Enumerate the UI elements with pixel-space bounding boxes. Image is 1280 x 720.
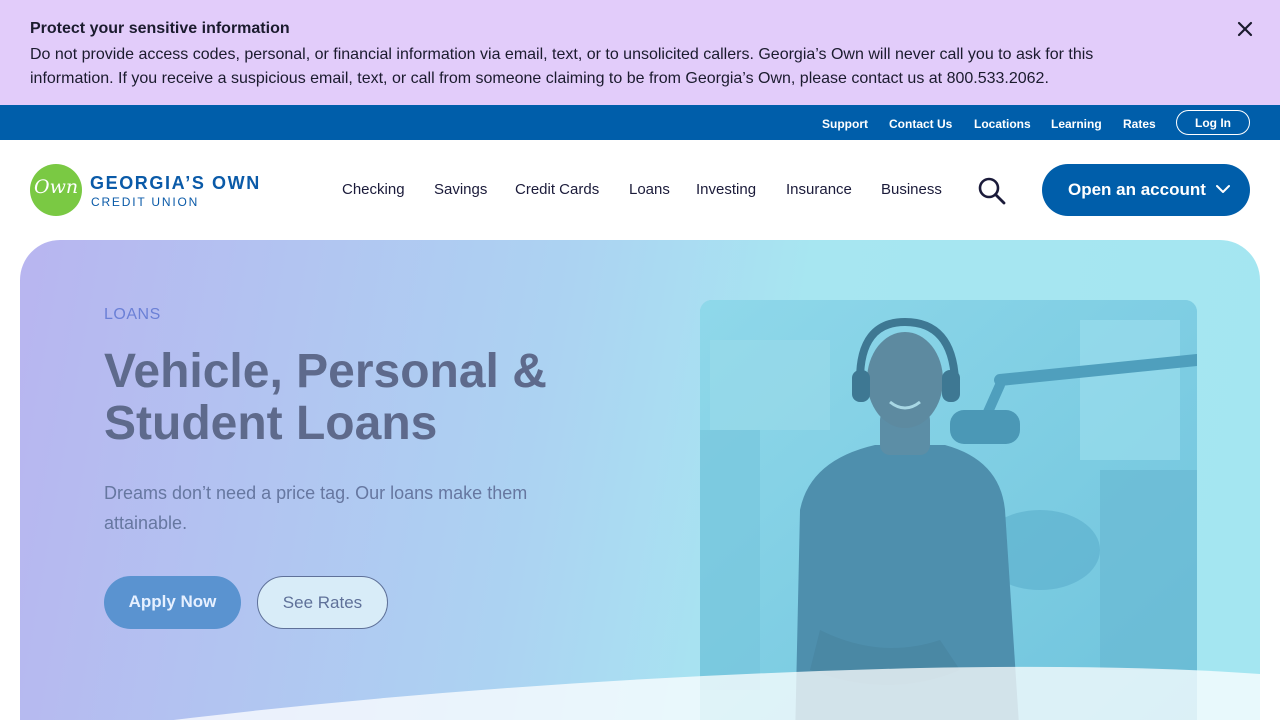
main-header: Own GEORGIA’S OWN CREDIT UNION Checking …	[0, 140, 1280, 240]
logo-subtitle: CREDIT UNION	[91, 195, 200, 209]
utility-link-contact-us[interactable]: Contact Us	[889, 117, 952, 131]
logo-mark-text: Own	[34, 176, 79, 198]
nav-item-savings[interactable]: Savings	[434, 181, 487, 198]
logo[interactable]: Own GEORGIA’S OWN CREDIT UNION	[30, 164, 275, 218]
apply-now-button[interactable]: Apply Now	[104, 576, 241, 629]
open-account-button[interactable]: Open an account	[1042, 164, 1250, 216]
hero-subtitle: Dreams don’t need a price tag. Our loans…	[104, 483, 528, 533]
hero-eyebrow: LOANS	[104, 306, 161, 323]
close-icon[interactable]	[1234, 18, 1256, 40]
security-alert-banner: Protect your sensitive information Do no…	[0, 0, 1280, 105]
nav-item-credit-cards[interactable]: Credit Cards	[515, 181, 599, 198]
utility-link-locations[interactable]: Locations	[974, 117, 1031, 131]
apply-now-label: Apply Now	[128, 592, 217, 611]
hero-bottom-wave	[172, 666, 1260, 720]
nav-item-insurance[interactable]: Insurance	[786, 181, 852, 198]
chevron-down-icon	[1216, 185, 1230, 193]
open-account-label: Open an account	[1068, 180, 1206, 199]
nav-item-checking[interactable]: Checking	[342, 181, 405, 198]
alert-body: Do not provide access codes, personal, o…	[30, 46, 1094, 87]
search-icon[interactable]	[976, 176, 1008, 206]
alert-title: Protect your sensitive information	[30, 20, 290, 37]
nav-item-business[interactable]: Business	[881, 181, 942, 198]
nav-item-investing[interactable]: Investing	[696, 181, 756, 198]
utility-link-support[interactable]: Support	[822, 117, 868, 131]
utility-nav: Support Contact Us Locations Learning Ra…	[0, 105, 1280, 140]
utility-link-learning[interactable]: Learning	[1051, 117, 1102, 131]
see-rates-label: See Rates	[282, 593, 363, 612]
nav-item-loans[interactable]: Loans	[629, 181, 670, 198]
see-rates-button[interactable]: See Rates	[257, 576, 388, 629]
utility-link-rates[interactable]: Rates	[1123, 117, 1156, 131]
hero-section: LOANS Vehicle, Personal & Student Loans …	[20, 240, 1260, 720]
logo-name: GEORGIA’S OWN	[90, 173, 261, 193]
hero-title: Vehicle, Personal & Student Loans	[104, 345, 547, 450]
logo-mark: Own	[30, 164, 82, 216]
log-in-button[interactable]: Log In	[1176, 110, 1250, 135]
